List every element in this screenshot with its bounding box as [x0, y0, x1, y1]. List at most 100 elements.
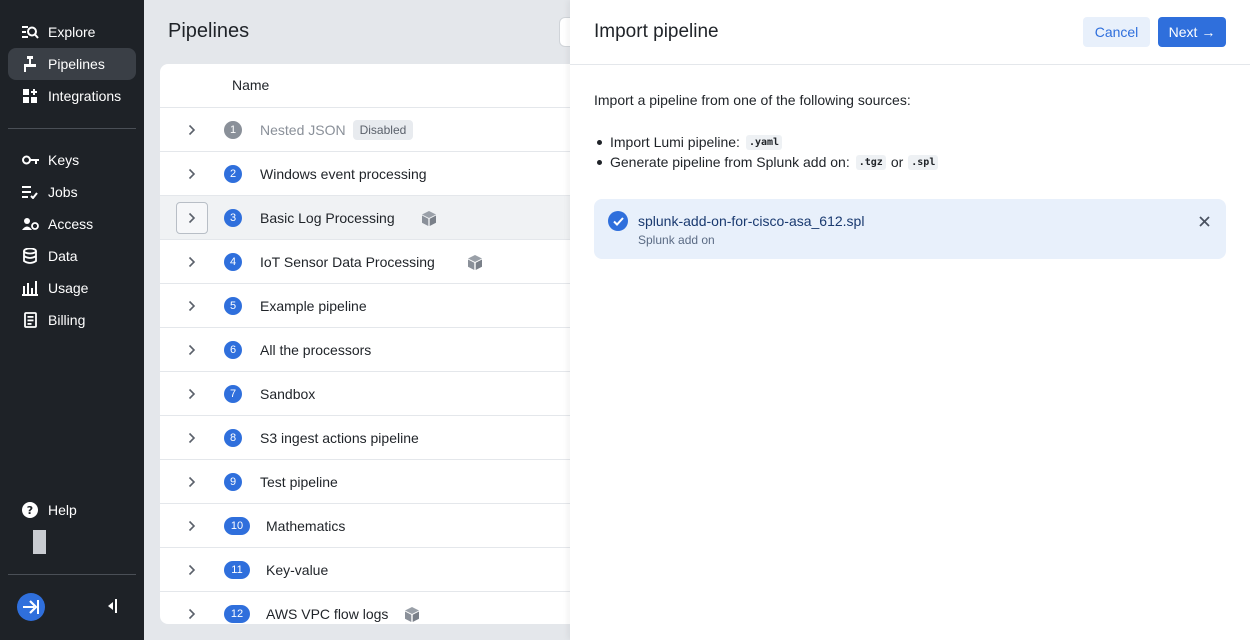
- chevron-right-icon: [188, 212, 196, 224]
- chevron-right-icon: [188, 564, 196, 576]
- pipeline-name[interactable]: AWS VPC flow logs: [266, 606, 388, 622]
- sidebar-item-help[interactable]: ? Help: [8, 494, 136, 526]
- sidebar-item-jobs[interactable]: Jobs: [8, 176, 136, 208]
- sidebar-item-label: Jobs: [48, 184, 78, 200]
- pipeline-name[interactable]: S3 ingest actions pipeline: [260, 430, 419, 446]
- row-number-badge: 7: [224, 385, 242, 403]
- pipeline-name[interactable]: Mathematics: [266, 518, 345, 534]
- sidebar-item-label: Keys: [48, 152, 80, 168]
- or-text: or: [890, 154, 904, 170]
- key-icon: [21, 151, 39, 169]
- expand-row-button[interactable]: [176, 290, 208, 322]
- chevron-right-icon: [188, 388, 196, 400]
- pipeline-name[interactable]: IoT Sensor Data Processing: [260, 254, 435, 270]
- pipelines-icon: [21, 55, 39, 73]
- pipeline-name[interactable]: Nested JSON: [260, 122, 346, 138]
- database-icon: [21, 247, 39, 265]
- access-icon: [21, 215, 39, 233]
- status-badge: Disabled: [352, 120, 414, 140]
- row-number-badge: 4: [224, 253, 242, 271]
- sidebar-item-billing[interactable]: Billing: [8, 304, 136, 336]
- chevron-right-icon: [188, 476, 196, 488]
- sidebar-item-integrations[interactable]: Integrations: [8, 80, 136, 112]
- sidebar-item-label: Usage: [48, 280, 89, 296]
- column-header-name[interactable]: Name: [232, 77, 269, 93]
- expand-row-button[interactable]: [176, 554, 208, 586]
- list-item: Generate pipeline from Splunk add on: .t…: [594, 152, 941, 172]
- expand-row-button[interactable]: [176, 466, 208, 498]
- brand-logo-button[interactable]: [17, 593, 45, 621]
- table-row[interactable]: 12 AWS VPC flow logs: [160, 592, 570, 624]
- expand-row-button[interactable]: [176, 114, 208, 146]
- expand-row-button[interactable]: [176, 246, 208, 278]
- pipeline-name[interactable]: All the processors: [260, 342, 371, 358]
- table-row[interactable]: 5 Example pipeline: [160, 284, 570, 328]
- table-row[interactable]: 7 Sandbox: [160, 372, 570, 416]
- table-row[interactable]: 2 Windows event processing: [160, 152, 570, 196]
- pipeline-name[interactable]: Sandbox: [260, 386, 315, 402]
- intro-text: Import a pipeline from one of the follow…: [594, 92, 911, 108]
- expand-row-button[interactable]: [176, 158, 208, 190]
- table-row[interactable]: 10 Mathematics: [160, 504, 570, 548]
- drawer-header: Import pipeline Cancel Next →: [570, 0, 1250, 65]
- sidebar-item-usage[interactable]: Usage: [8, 272, 136, 304]
- remove-file-button[interactable]: [1196, 213, 1212, 229]
- table-row[interactable]: 3 Basic Log Processing: [160, 196, 570, 240]
- pipeline-name[interactable]: Basic Log Processing: [260, 210, 395, 226]
- close-icon: [1198, 215, 1210, 227]
- pipeline-name[interactable]: Example pipeline: [260, 298, 367, 314]
- arrow-right-icon: [23, 600, 39, 614]
- collapse-icon: [108, 599, 117, 613]
- table-row[interactable]: 11 Key-value: [160, 548, 570, 592]
- sidebar-item-keys[interactable]: Keys: [8, 144, 136, 176]
- row-number-badge: 3: [224, 209, 242, 227]
- billing-icon: [21, 311, 39, 329]
- main-content: Pipelines Name 1 Nested JSON Disabled 2 Wind…: [144, 0, 570, 640]
- table-row[interactable]: 1 Nested JSON Disabled: [160, 108, 570, 152]
- sidebar-item-access[interactable]: Access: [8, 208, 136, 240]
- sidebar-item-label: Access: [48, 216, 94, 232]
- sidebar-item-data[interactable]: Data: [8, 240, 136, 272]
- row-number-badge: 9: [224, 473, 242, 491]
- bullet-text: Generate pipeline from Splunk add on:: [610, 154, 850, 170]
- expand-row-button[interactable]: [176, 202, 208, 234]
- expand-row-button[interactable]: [176, 378, 208, 410]
- pipeline-name[interactable]: Key-value: [266, 562, 328, 578]
- table-row[interactable]: 9 Test pipeline: [160, 460, 570, 504]
- sidebar-item-label: Pipelines: [48, 56, 105, 72]
- source-list: Import Lumi pipeline: .yaml Generate pip…: [594, 132, 941, 172]
- file-name: splunk-add-on-for-cisco-asa_612.spl: [638, 213, 865, 229]
- next-button[interactable]: Next →: [1158, 17, 1226, 47]
- row-number-badge: 10: [224, 517, 250, 535]
- pipeline-name[interactable]: Windows event processing: [260, 166, 427, 182]
- cancel-button[interactable]: Cancel: [1083, 17, 1150, 47]
- sidebar-divider: [8, 574, 136, 575]
- spl-code: .spl: [908, 154, 939, 170]
- expand-row-button[interactable]: [176, 598, 208, 624]
- sidebar-item-label: Billing: [48, 312, 86, 328]
- toolbar-button[interactable]: [559, 17, 570, 47]
- sidebar-item-explore[interactable]: Explore: [8, 16, 136, 48]
- table-row[interactable]: 4 IoT Sensor Data Processing: [160, 240, 570, 284]
- pipeline-name[interactable]: Test pipeline: [260, 474, 338, 490]
- sidebar-item-label: Explore: [48, 24, 96, 40]
- chevron-right-icon: [188, 256, 196, 268]
- sidebar: Explore Pipelines Integrations Keys Jobs…: [0, 0, 144, 640]
- avatar-placeholder[interactable]: [33, 530, 46, 554]
- table-row[interactable]: 8 S3 ingest actions pipeline: [160, 416, 570, 460]
- check-circle-icon: [608, 211, 628, 231]
- row-number-badge: 8: [224, 429, 242, 447]
- sidebar-item-pipelines[interactable]: Pipelines: [8, 48, 136, 80]
- expand-row-button[interactable]: [176, 334, 208, 366]
- table-row[interactable]: 6 All the processors: [160, 328, 570, 372]
- file-type: Splunk add on: [638, 233, 715, 247]
- explore-icon: [21, 23, 39, 41]
- chevron-right-icon: [188, 124, 196, 136]
- collapse-sidebar-button[interactable]: [106, 596, 120, 616]
- row-number-badge: 2: [224, 165, 242, 183]
- chevron-right-icon: [188, 168, 196, 180]
- chevron-right-icon: [188, 608, 196, 620]
- expand-row-button[interactable]: [176, 422, 208, 454]
- pipelines-table: Name 1 Nested JSON Disabled 2 Windows event …: [160, 64, 570, 624]
- expand-row-button[interactable]: [176, 510, 208, 542]
